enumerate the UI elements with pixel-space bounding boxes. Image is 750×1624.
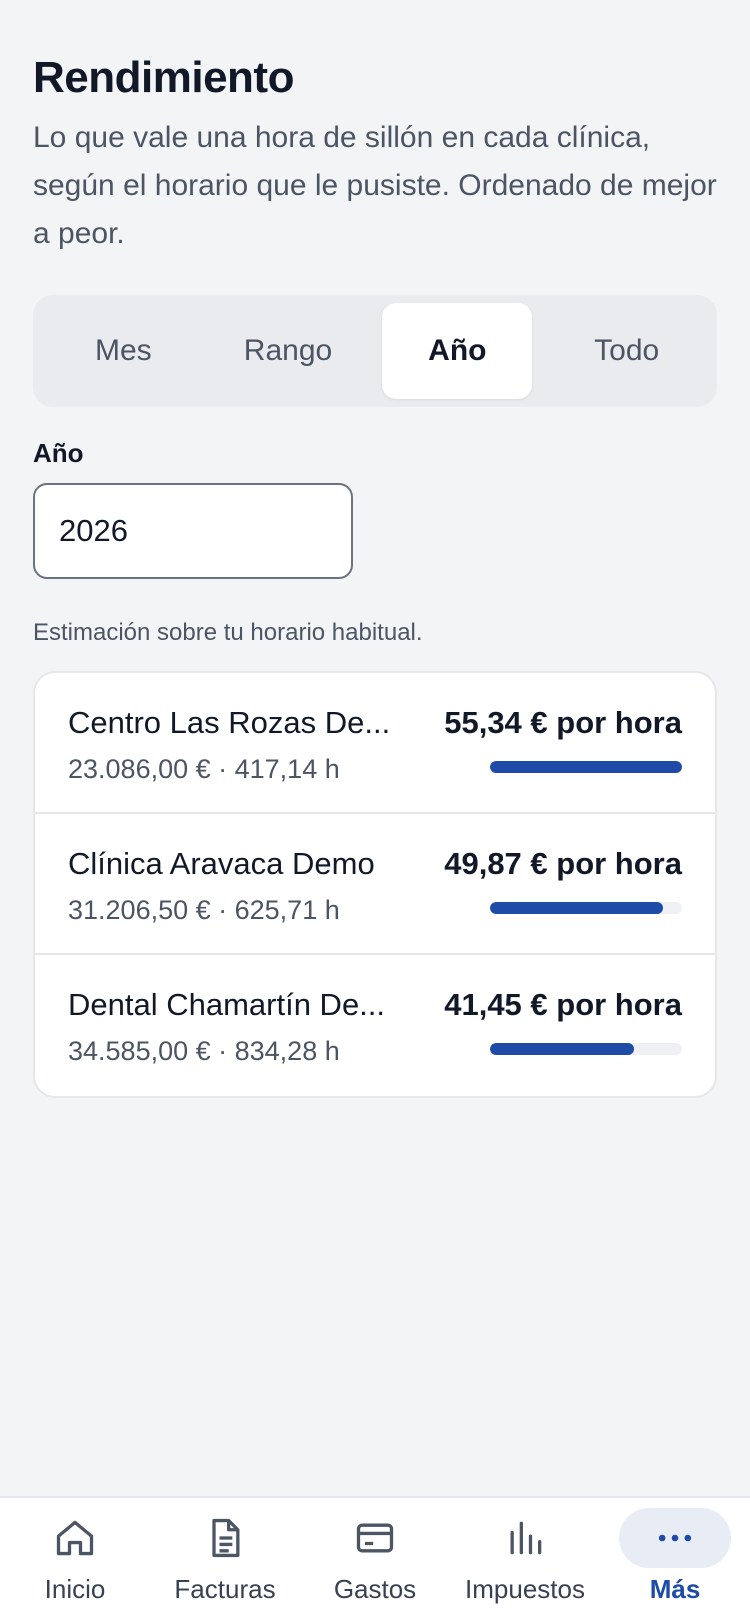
- clinic-info: Dental Chamartín De... 34.585,00 € · 834…: [68, 985, 408, 1096]
- rate-bar-fill: [490, 902, 663, 914]
- bar-chart-icon: [469, 1508, 581, 1568]
- nav-label: Inicio: [44, 1574, 106, 1604]
- segment-ano[interactable]: Año: [382, 303, 533, 399]
- clinic-name: Clínica Aravaca Demo: [68, 846, 375, 881]
- rate-bar-track: [490, 902, 682, 914]
- nav-item-mas[interactable]: Más: [600, 1508, 750, 1605]
- clinic-hourly-rate: 55,34 € por hora: [444, 705, 682, 740]
- clinic-row[interactable]: Clínica Aravaca Demo 31.206,50 € · 625,7…: [35, 814, 715, 955]
- clinic-hourly-rate: 49,87 € por hora: [444, 846, 682, 881]
- clinic-hourly-rate: 41,45 € por hora: [444, 987, 682, 1022]
- home-icon: [19, 1508, 131, 1568]
- nav-label: Facturas: [174, 1574, 276, 1604]
- nav-label: Gastos: [333, 1574, 417, 1604]
- page-subtitle: Lo que vale una hora de sillón en cada c…: [33, 121, 717, 250]
- document-icon: [169, 1508, 281, 1568]
- clinic-rate-block: 41,45 € por hora: [444, 985, 682, 1096]
- year-input[interactable]: [33, 483, 353, 579]
- period-segmented-control: Mes Rango Año Todo: [33, 295, 717, 407]
- nav-item-gastos[interactable]: Gastos: [300, 1508, 450, 1605]
- rate-bar-track: [490, 1043, 682, 1055]
- nav-item-impuestos[interactable]: Impuestos: [450, 1508, 600, 1605]
- clinic-name: Centro Las Rozas De...: [68, 705, 391, 740]
- screen: Rendimiento Lo que vale una hora de sill…: [0, 0, 750, 1624]
- clinic-rate-block: 55,34 € por hora: [444, 703, 682, 812]
- rate-bar-fill: [490, 1043, 634, 1055]
- card-icon: [319, 1508, 431, 1568]
- clinic-stats: 34.585,00 € · 834,28 h: [68, 1036, 340, 1066]
- clinic-name: Dental Chamartín De...: [68, 987, 386, 1022]
- clinic-stats: 23.086,00 € · 417,14 h: [68, 754, 340, 784]
- year-field-label: Año: [33, 438, 84, 468]
- rate-bar-track: [490, 761, 682, 773]
- segment-rango[interactable]: Rango: [206, 303, 371, 399]
- nav-label: Impuestos: [465, 1574, 585, 1604]
- clinic-row[interactable]: Centro Las Rozas De... 23.086,00 € · 417…: [35, 673, 715, 814]
- segment-mes[interactable]: Mes: [41, 303, 206, 399]
- segment-todo[interactable]: Todo: [544, 303, 709, 399]
- clinic-ranking-card: Centro Las Rozas De... 23.086,00 € · 417…: [33, 671, 717, 1098]
- nav-item-inicio[interactable]: Inicio: [0, 1508, 150, 1605]
- rate-bar-fill: [490, 761, 682, 773]
- nav-label: Más: [649, 1574, 701, 1604]
- clinic-rate-block: 49,87 € por hora: [444, 844, 682, 953]
- main-content: Rendimiento Lo que vale una hora de sill…: [0, 0, 750, 1098]
- clinic-stats: 31.206,50 € · 625,71 h: [68, 895, 340, 925]
- page-title: Rendimiento: [33, 53, 294, 102]
- nav-item-facturas[interactable]: Facturas: [150, 1508, 300, 1605]
- bottom-nav: Inicio Facturas Gastos Impuestos Más: [0, 1496, 750, 1624]
- clinic-info: Centro Las Rozas De... 23.086,00 € · 417…: [68, 703, 408, 812]
- estimate-note: Estimación sobre tu horario habitual.: [33, 619, 423, 646]
- clinic-row[interactable]: Dental Chamartín De... 34.585,00 € · 834…: [35, 955, 715, 1096]
- clinic-info: Clínica Aravaca Demo 31.206,50 € · 625,7…: [68, 844, 408, 953]
- more-icon: [619, 1508, 731, 1568]
